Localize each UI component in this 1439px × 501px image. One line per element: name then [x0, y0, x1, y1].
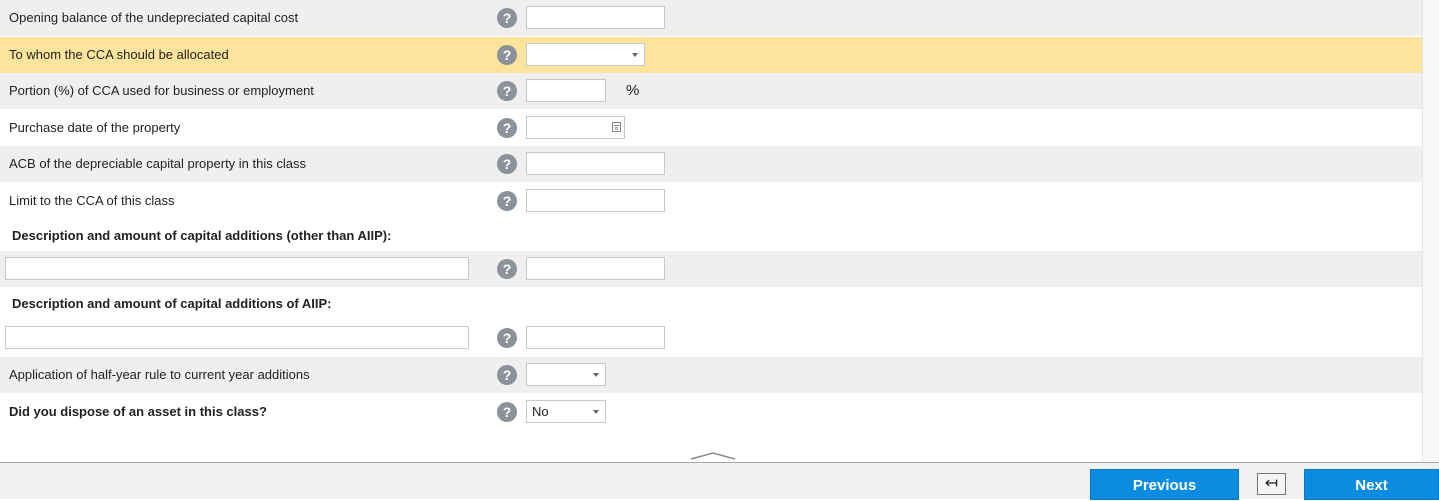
- cca-allocation-label: To whom the CCA should be allocated: [9, 47, 229, 62]
- help-icon[interactable]: ?: [497, 154, 517, 174]
- purchase-date-label: Purchase date of the property: [9, 120, 181, 135]
- help-icon[interactable]: ?: [497, 8, 517, 28]
- back-arrow-icon[interactable]: ↤: [1257, 473, 1286, 495]
- help-icon[interactable]: ?: [497, 191, 517, 211]
- dispose-asset-label: Did you dispose of an asset in this clas…: [9, 404, 267, 419]
- other-additions-amount-input[interactable]: [526, 257, 665, 280]
- help-icon[interactable]: ?: [497, 365, 517, 385]
- opening-balance-input[interactable]: [526, 6, 665, 29]
- cca-portion-label: Portion (%) of CCA used for business or …: [9, 83, 314, 98]
- next-button[interactable]: Next: [1304, 469, 1439, 500]
- chevron-down-icon: [632, 53, 638, 57]
- aiip-additions-amount-input[interactable]: [526, 326, 665, 349]
- row-acb: ACB of the depreciable capital property …: [0, 146, 1422, 182]
- help-icon[interactable]: ?: [497, 259, 517, 279]
- row-other-additions: ?: [0, 251, 1422, 287]
- help-icon[interactable]: ?: [497, 402, 517, 422]
- section-title-aiip-additions: Description and amount of capital additi…: [12, 296, 332, 311]
- other-additions-description-input[interactable]: [5, 257, 469, 280]
- percent-unit: %: [626, 82, 640, 99]
- dispose-asset-value: No: [532, 404, 549, 419]
- row-aiip-additions: ?: [0, 320, 1422, 356]
- row-cca-limit: Limit to the CCA of this class ?: [0, 183, 1422, 219]
- section-title-other-additions: Description and amount of capital additi…: [12, 228, 392, 243]
- row-cca-allocation: To whom the CCA should be allocated ?: [0, 37, 1422, 73]
- aiip-additions-description-input[interactable]: [5, 326, 469, 349]
- row-half-year-rule: Application of half-year rule to current…: [0, 357, 1422, 393]
- cca-allocation-select[interactable]: [526, 43, 645, 66]
- cca-portion-input[interactable]: [526, 79, 606, 102]
- help-icon[interactable]: ?: [497, 328, 517, 348]
- chevron-down-icon: [593, 410, 599, 414]
- opening-balance-label: Opening balance of the undepreciated cap…: [9, 10, 299, 25]
- calendar-icon[interactable]: [612, 122, 621, 132]
- half-year-rule-label: Application of half-year rule to current…: [9, 367, 310, 382]
- acb-label: ACB of the depreciable capital property …: [9, 156, 306, 171]
- row-purchase-date: Purchase date of the property ?: [0, 110, 1422, 146]
- help-icon[interactable]: ?: [497, 81, 517, 101]
- help-icon[interactable]: ?: [497, 45, 517, 65]
- help-icon[interactable]: ?: [497, 118, 517, 138]
- acb-input[interactable]: [526, 152, 665, 175]
- purchase-date-input[interactable]: [526, 116, 625, 139]
- footer-bar: Previous ↤ Next: [0, 462, 1439, 500]
- chevron-down-icon: [593, 373, 599, 377]
- row-cca-portion: Portion (%) of CCA used for business or …: [0, 73, 1422, 109]
- collapse-chevron-icon[interactable]: [690, 452, 736, 460]
- dispose-asset-select[interactable]: No: [526, 400, 606, 423]
- row-opening-balance: Opening balance of the undepreciated cap…: [0, 0, 1422, 36]
- cca-limit-input[interactable]: [526, 189, 665, 212]
- previous-button[interactable]: Previous: [1090, 469, 1239, 500]
- row-dispose-asset: Did you dispose of an asset in this clas…: [0, 394, 1422, 430]
- scrollbar-track[interactable]: [1422, 0, 1439, 462]
- half-year-rule-select[interactable]: [526, 363, 606, 386]
- cca-limit-label: Limit to the CCA of this class: [9, 193, 175, 208]
